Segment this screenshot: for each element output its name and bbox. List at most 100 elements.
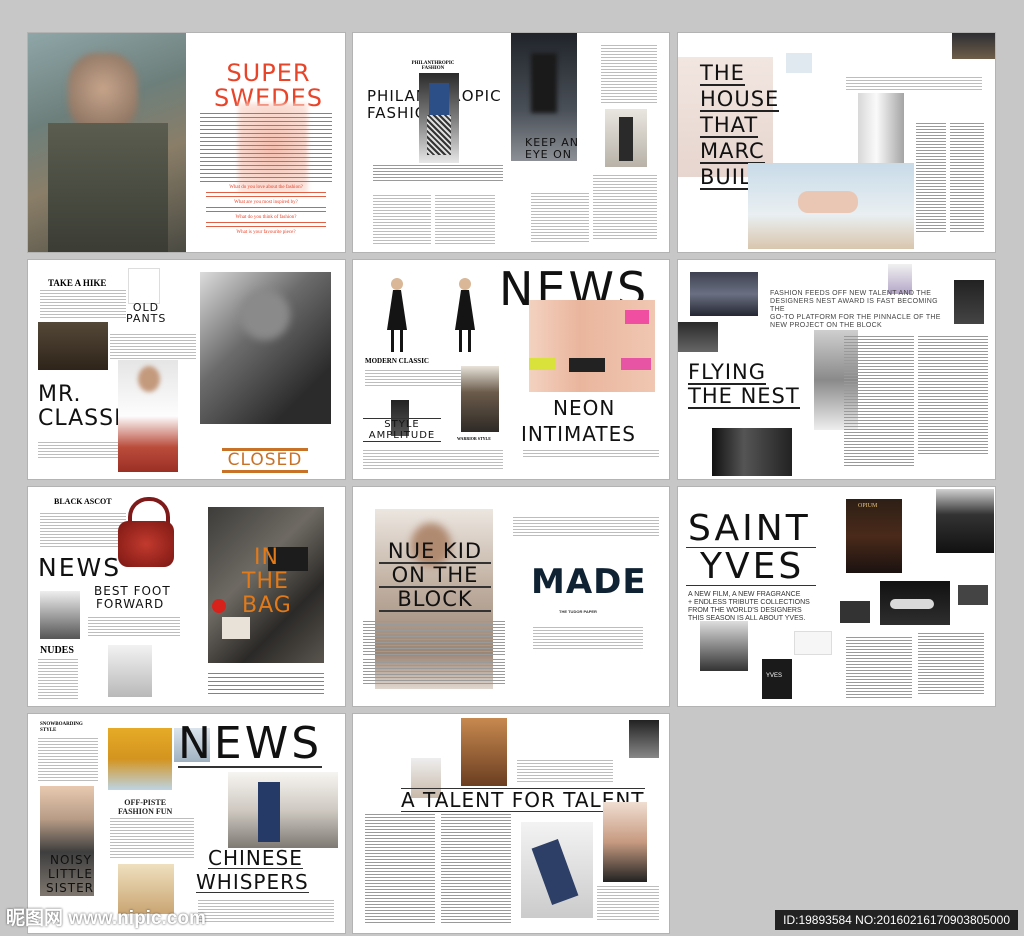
intro-text: FASHION FEEDS OFF NEW TALENT AND THE DES… [770,290,950,330]
label-nudes: NUDES [40,645,74,656]
label-made-sub: THE TUDOR PAPER [559,609,597,614]
photo-snowboarder [108,728,172,790]
kicker-take-a-hike: TAKE A HIKE [48,278,107,288]
off-piste-line-1: OFF-PISTE [124,798,167,807]
headline-neon: NEON [553,396,616,420]
body-text-snowboarding [38,738,98,782]
body-text-col1 [365,814,435,924]
headline-intimates: INTIMATES [521,422,636,446]
photo-bw-right [629,720,659,758]
body-text-made [533,627,643,649]
body-text-col2 [950,123,984,233]
body-text-col1 [916,123,946,233]
headline-the: THE [242,569,289,594]
kicker-philanthropic: PHILANTHROPIC FASHION [411,61,455,71]
headline-noisy: NOISY [50,853,92,867]
body-text-col2 [918,336,988,456]
body-text-red [200,113,332,183]
photo-dark-tile [954,280,984,324]
headline-news: NEWS [38,553,122,582]
spread-house-marc: THE HOUSE THAT MARC BUILT [678,33,995,252]
body-text-col3 [435,195,495,245]
qa-list: What do you love about the fashion? What… [200,185,332,235]
photo-model-portrait-small [40,591,80,639]
photo-dancer [521,822,593,918]
headline-that: THAT [700,113,759,138]
photo-small-right [958,585,988,605]
intro-line-3: GO-TO PLATFORM FOR THE PINNACLE OF THE [770,314,941,322]
photo-bw-small [678,322,718,352]
body-text-old-pants [110,334,196,360]
photo-warrior-style [461,366,499,432]
photo-reclining-nude [880,581,950,625]
spread-nue-kid: NUE KID ON THE BLOCK MADE THE TUDOR PAPE… [353,487,669,706]
headline-off-piste: OFF-PISTE FASHION FUN [118,798,172,816]
qa-question-3: What do you think of fashion? [235,215,297,220]
body-text-chinese [198,900,334,922]
body-text-bottom [363,450,503,470]
headline-saint: SAINT [688,508,811,549]
label-warrior-style: WARRIOR STYLE [457,436,491,441]
watermark-left: 昵图网 www.nipic.com [6,908,206,929]
headline-mr: MR. [38,382,82,407]
body-text-take-a-hike [40,290,126,320]
spread-news-neon: MODERN CLASSIC STYLE AMPLITUDE WARRIOR S… [353,260,669,479]
photo-perfume-bottle [858,93,904,169]
photo-audience [690,272,758,316]
headline-marc: MARC [700,139,765,164]
label-closed: CLOSED [222,448,308,473]
headline-yves: YVES [700,546,805,587]
spread-in-the-bag: BLACK ASCOT NEWS BEST FOOT FORWARD NUDES… [28,487,345,706]
headline-the-nest: THE NEST [688,384,800,409]
body-text-right [597,886,659,922]
photo-model-portrait [28,33,186,252]
photo-polo-shirt-man [118,360,178,472]
headline-little: LITTLE [48,867,93,881]
body-text-intro [846,77,982,91]
label-style-amplitude: STYLE AMPLITUDE [363,418,441,442]
qa-question-1: What do you love about the fashion? [229,185,303,190]
photo-storefront [952,33,995,59]
photo-reclining-model [748,163,914,249]
headline-best-foot: BEST FOOT [94,584,171,598]
photo-ysl-perfume: YVES [762,659,792,699]
headline-bag: BAG [242,593,292,618]
spread-saint-yves: SAINT YVES A NEW FILM, A NEW FRAGRANCE +… [678,487,995,706]
body-text-col1 [846,637,912,699]
intro-line-4: NEW PROJECT ON THE BLOCK [770,322,882,330]
headline-nue-kid: NUE KID [379,541,491,564]
body-text-nue-kid-2 [363,659,505,685]
photo-coat [461,718,507,786]
sidebar-text [601,45,657,105]
label-opium: OPIUM [858,503,878,509]
intro-line-1: A NEW FILM, A NEW FRAGRANCE [688,591,801,598]
headline-flying: FLYING [688,360,766,385]
body-text-intro [517,760,613,782]
body-text-nue-kid-1 [363,621,505,655]
photo-runway-bw [712,428,792,476]
photo-model-black-dress-2 [449,278,483,354]
headline-sister: SISTER [46,881,95,895]
spread-philanthropic-fashion: PHILANTHROPIC FASHION PHILANTHROPIC FASH… [353,33,669,252]
body-text-col1 [844,336,914,466]
headline-made: MADE [531,562,647,602]
headline-keep-an-eye: KEEP AN EYE ON [525,136,579,161]
photo-bw-small [840,601,870,623]
kicker-black-ascot: BLACK ASCOT [54,497,112,506]
headline-forward: FORWARD [96,597,165,611]
body-text-nudes [38,659,78,699]
body-text-col2 [373,195,431,245]
body-text-col2 [441,814,511,924]
spread-super-swedes: SUPER SWEDES What do you love about the … [28,33,345,252]
headline-in: IN [254,545,279,570]
photo-tuxedo [936,489,994,553]
intro-line-2: DESIGNERS NEST AWARD IS FAST BECOMING TH… [770,298,938,314]
body-text-col1 [373,165,503,181]
headline-house: HOUSE [700,87,780,112]
photo-red-handbag [114,497,178,569]
headline-rule-2 [686,585,816,586]
photo-model-black-dress-1 [381,278,415,354]
intro-text: A NEW FILM, A NEW FRAGRANCE + ENDLESS TR… [688,591,838,623]
off-piste-line-2: FASHION FUN [118,807,173,816]
headline-the: THE [700,61,745,86]
